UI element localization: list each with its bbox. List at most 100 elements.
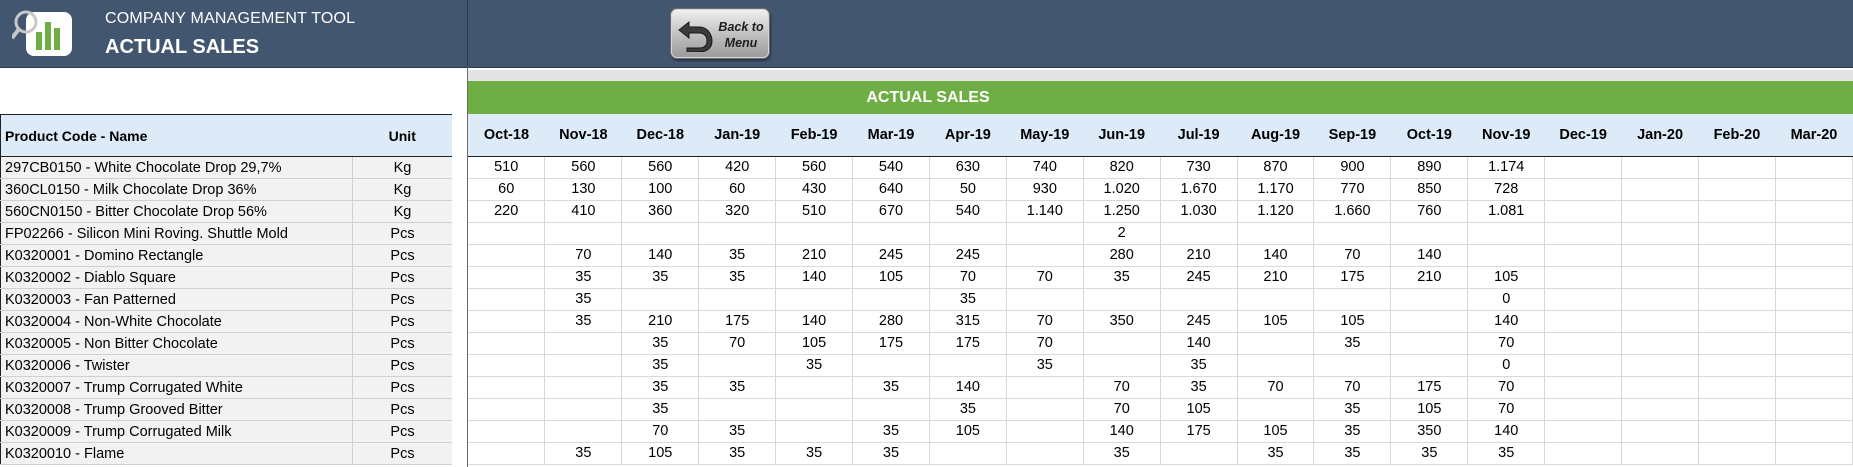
sales-value-cell[interactable] [1621,222,1699,245]
sales-value-cell[interactable]: 320 [698,200,777,223]
sales-value-cell[interactable]: 410 [544,200,623,223]
sales-value-cell[interactable] [1313,222,1392,245]
sales-value-cell[interactable]: 35 [852,376,930,399]
sales-value-cell[interactable] [852,398,930,421]
unit-cell[interactable]: Pcs [352,244,453,267]
sales-value-cell[interactable]: 35 [698,266,777,289]
sales-value-cell[interactable] [1775,442,1853,465]
sales-value-cell[interactable] [1698,442,1776,465]
sales-value-cell[interactable] [775,222,854,245]
sales-value-cell[interactable] [1621,244,1699,267]
sales-value-cell[interactable] [1544,266,1623,289]
sales-value-cell[interactable] [1544,354,1623,377]
sales-value-cell[interactable] [1775,222,1853,245]
sales-value-cell[interactable]: 245 [1160,310,1238,333]
sales-value-cell[interactable] [1621,288,1699,311]
sales-value-cell[interactable]: 35 [852,420,930,443]
sales-value-cell[interactable] [1160,222,1238,245]
sales-value-cell[interactable]: 70 [621,420,700,443]
sales-value-cell[interactable]: 105 [1160,398,1238,421]
product-name-cell[interactable]: 360CL0150 - Milk Chocolate Drop 36% [0,178,353,201]
sales-value-cell[interactable]: 1.120 [1237,200,1315,223]
sales-value-cell[interactable]: 220 [468,200,546,223]
sales-value-cell[interactable]: 105 [1467,266,1546,289]
sales-value-cell[interactable]: 35 [1390,442,1469,465]
sales-value-cell[interactable]: 210 [1390,266,1469,289]
sales-value-cell[interactable] [1775,156,1853,179]
sales-value-cell[interactable] [1083,332,1161,355]
sales-value-cell[interactable]: 60 [468,178,546,201]
product-name-cell[interactable]: FP02266 - Silicon Mini Roving. Shuttle M… [0,222,353,245]
unit-cell[interactable]: Pcs [352,222,453,245]
unit-cell[interactable]: Pcs [352,376,453,399]
sales-value-cell[interactable]: 105 [852,266,930,289]
sales-value-cell[interactable]: 35 [1160,354,1238,377]
sales-value-cell[interactable] [1698,200,1776,223]
unit-cell[interactable]: Kg [352,156,453,179]
sales-value-cell[interactable]: 670 [852,200,930,223]
sales-value-cell[interactable] [852,288,930,311]
sales-value-cell[interactable]: 740 [1006,156,1084,179]
sales-value-cell[interactable] [1698,420,1776,443]
product-name-cell[interactable]: K0320008 - Trump Grooved Bitter [0,398,353,421]
sales-value-cell[interactable]: 350 [1083,310,1161,333]
sales-value-cell[interactable]: 70 [1006,332,1084,355]
unit-cell[interactable]: Pcs [352,288,453,311]
unit-cell[interactable]: Pcs [352,332,453,355]
sales-value-cell[interactable]: 70 [1006,266,1084,289]
product-name-cell[interactable]: 297CB0150 - White Chocolate Drop 29,7% [0,156,353,179]
product-name-cell[interactable]: K0320001 - Domino Rectangle [0,244,353,267]
sales-value-cell[interactable] [929,222,1007,245]
product-name-cell[interactable]: K0320005 - Non Bitter Chocolate [0,332,353,355]
product-name-cell[interactable]: K0320006 - Twister [0,354,353,377]
sales-value-cell[interactable]: 210 [1237,266,1315,289]
sales-value-cell[interactable]: 540 [852,156,930,179]
sales-value-cell[interactable]: 0 [1467,354,1546,377]
sales-value-cell[interactable] [1775,376,1853,399]
sales-value-cell[interactable] [1390,354,1469,377]
sales-value-cell[interactable] [468,420,546,443]
sales-value-cell[interactable]: 70 [1467,398,1546,421]
sales-value-cell[interactable] [1775,420,1853,443]
sales-value-cell[interactable] [1621,398,1699,421]
sales-value-cell[interactable] [852,354,930,377]
sales-value-cell[interactable] [468,288,546,311]
sales-value-cell[interactable]: 35 [621,266,700,289]
sales-value-cell[interactable] [1237,354,1315,377]
sales-value-cell[interactable]: 35 [1313,398,1392,421]
sales-value-cell[interactable] [1006,244,1084,267]
sales-value-cell[interactable]: 35 [1313,332,1392,355]
sales-value-cell[interactable] [1544,200,1623,223]
sales-value-cell[interactable]: 140 [1237,244,1315,267]
sales-value-cell[interactable]: 140 [1083,420,1161,443]
sales-value-cell[interactable]: 100 [621,178,700,201]
sales-value-cell[interactable]: 35 [1237,442,1315,465]
sales-value-cell[interactable]: 35 [929,288,1007,311]
sales-value-cell[interactable]: 1.030 [1160,200,1238,223]
sales-value-cell[interactable] [698,398,777,421]
sales-value-cell[interactable]: 760 [1390,200,1469,223]
unit-cell[interactable]: Kg [352,178,453,201]
sales-value-cell[interactable] [1544,222,1623,245]
sales-value-cell[interactable]: 50 [929,178,1007,201]
sales-value-cell[interactable] [1237,288,1315,311]
sales-value-cell[interactable]: 360 [621,200,700,223]
sales-value-cell[interactable] [1237,222,1315,245]
product-name-cell[interactable]: 560CN0150 - Bitter Chocolate Drop 56% [0,200,353,223]
sales-value-cell[interactable]: 35 [544,266,623,289]
sales-value-cell[interactable] [1698,266,1776,289]
sales-value-cell[interactable]: 35 [1083,442,1161,465]
sales-value-cell[interactable]: 70 [1467,376,1546,399]
sales-value-cell[interactable] [468,222,546,245]
sales-value-cell[interactable] [1544,244,1623,267]
sales-value-cell[interactable]: 245 [929,244,1007,267]
unit-cell[interactable]: Pcs [352,310,453,333]
sales-value-cell[interactable] [1621,266,1699,289]
sales-value-cell[interactable]: 130 [544,178,623,201]
sales-value-cell[interactable]: 35 [544,288,623,311]
sales-value-cell[interactable] [1006,420,1084,443]
sales-value-cell[interactable]: 315 [929,310,1007,333]
sales-value-cell[interactable] [1621,332,1699,355]
sales-value-cell[interactable] [1544,156,1623,179]
sales-value-cell[interactable]: 140 [775,266,854,289]
